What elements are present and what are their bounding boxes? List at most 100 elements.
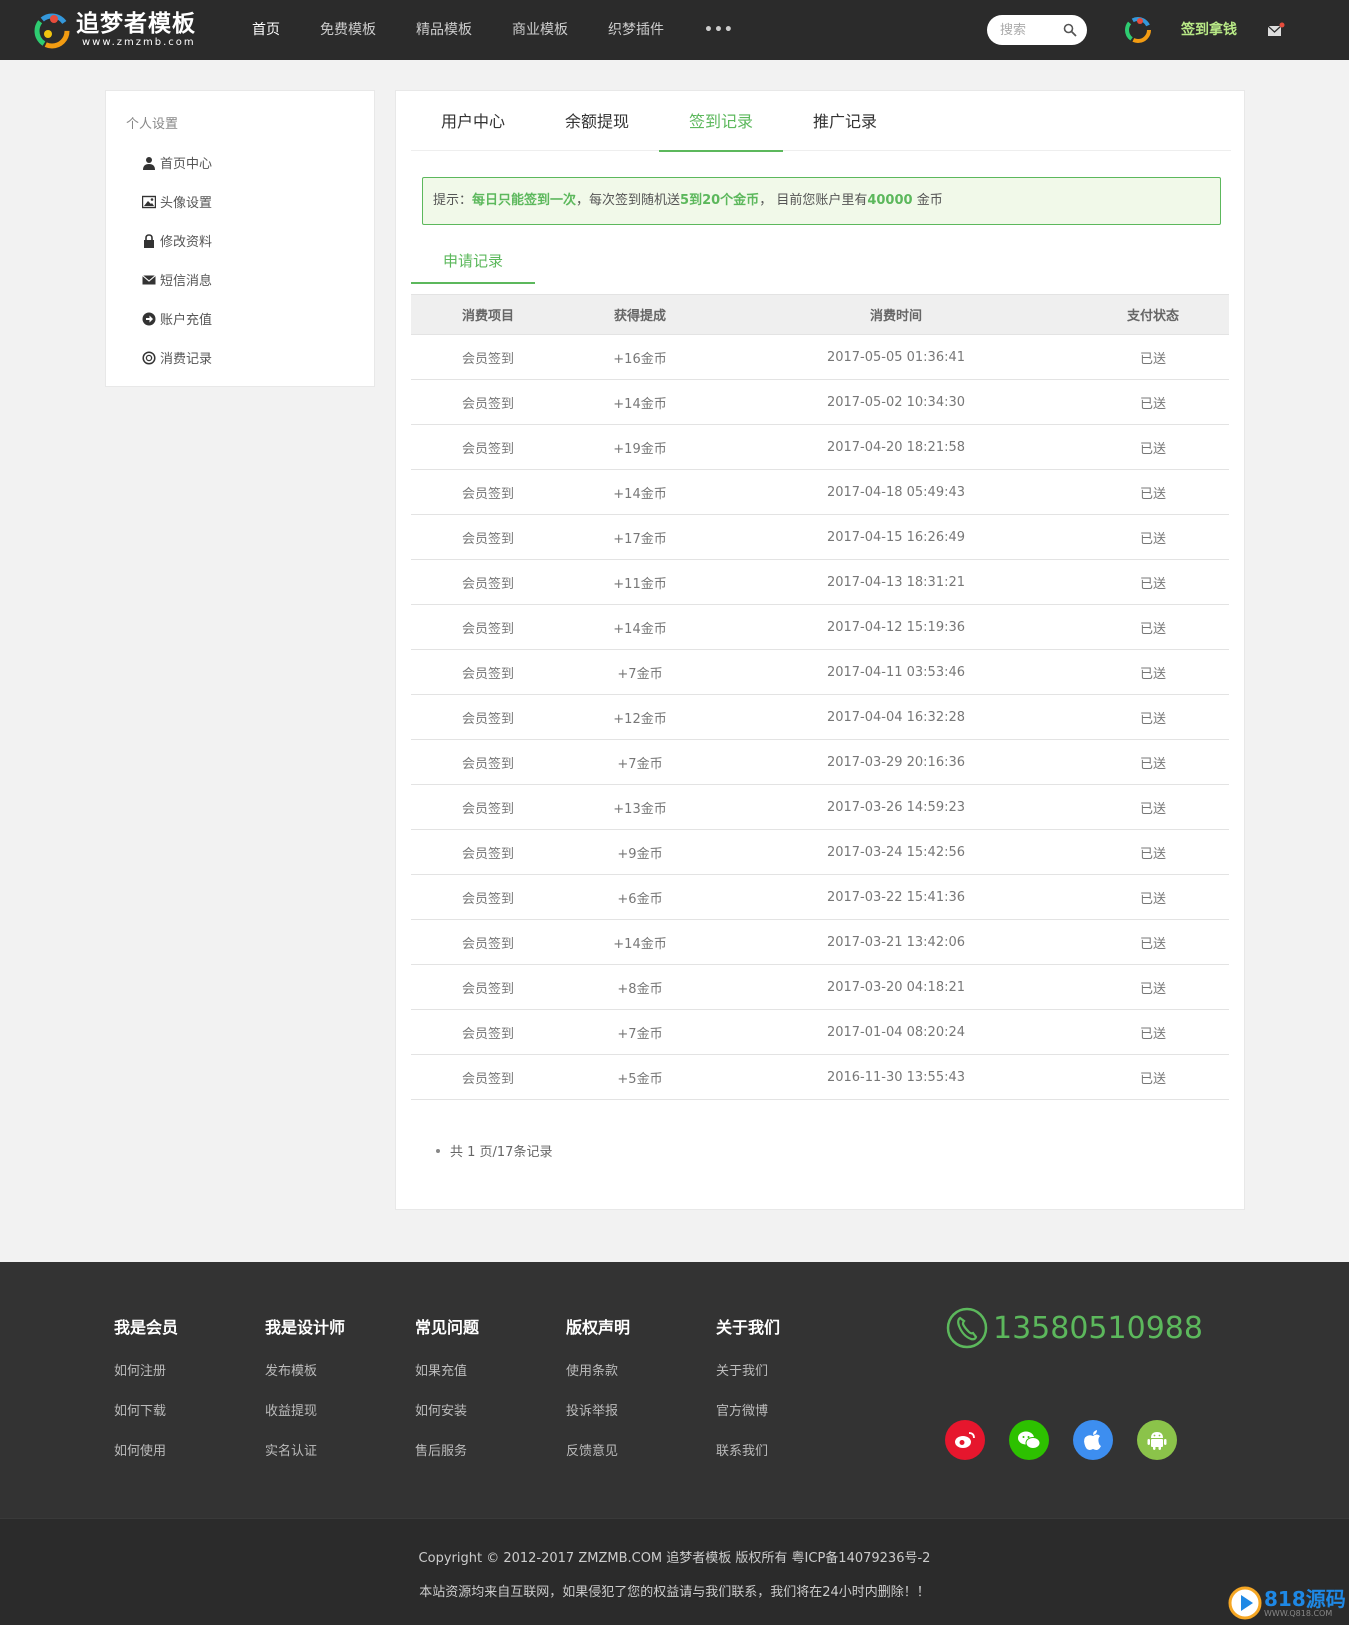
search-icon[interactable] — [1063, 23, 1077, 37]
nav-home[interactable]: 首页 — [232, 0, 300, 60]
notice-balance: 40000 — [867, 193, 913, 208]
footer-link[interactable]: 投诉举报 — [566, 1404, 630, 1444]
footer-heading: 常见问题 — [415, 1318, 480, 1337]
cell-status: 已送 — [1077, 694, 1229, 740]
nav-free-templates[interactable]: 免费模板 — [300, 0, 396, 60]
table-row: 会员签到 +13金币 2017-03-26 14:59:23 已送 — [411, 784, 1229, 830]
sidebar-item-recharge[interactable]: 账户充值 — [142, 309, 212, 328]
signin-reward-link[interactable]: 签到拿钱 — [1181, 0, 1237, 60]
logo-subtitle: www.zmzmb.com — [82, 37, 196, 48]
cell-time: 2017-03-22 15:41:36 — [715, 874, 1077, 920]
cell-status: 已送 — [1077, 874, 1229, 920]
footer-link[interactable]: 实名认证 — [265, 1444, 345, 1484]
sidebar-item-spending-records[interactable]: 消费记录 — [142, 348, 212, 367]
user-avatar-icon[interactable] — [1122, 14, 1154, 46]
notice-text: ，每次签到随机送 — [576, 193, 681, 208]
wechat-button[interactable] — [1009, 1420, 1049, 1460]
cell-time: 2017-04-11 03:53:46 — [715, 649, 1077, 695]
subtab-application-records[interactable]: 申请记录 — [411, 244, 535, 284]
table-row: 会员签到 +11金币 2017-04-13 18:31:21 已送 — [411, 559, 1229, 605]
footer-link[interactable]: 官方微博 — [716, 1404, 780, 1444]
cell-reward: +7金币 — [565, 1009, 715, 1055]
cell-reward: +12金币 — [565, 694, 715, 740]
cell-time: 2017-03-29 20:16:36 — [715, 739, 1077, 785]
site-footer: 我是会员 如何注册 如何下载 如何使用 我是设计师 发布模板 收益提现 实名认证… — [0, 1262, 1349, 1518]
nav-dede-plugins[interactable]: 织梦插件 — [588, 0, 684, 60]
cell-item: 会员签到 — [411, 964, 565, 1010]
mail-icon[interactable] — [1267, 22, 1285, 38]
sidebar-item-edit-profile[interactable]: 修改资料 — [142, 231, 212, 250]
footer-link[interactable]: 收益提现 — [265, 1404, 345, 1444]
cell-item: 会员签到 — [411, 334, 565, 380]
cell-item: 会员签到 — [411, 514, 565, 560]
sidebar-item-home-center[interactable]: 首页中心 — [142, 153, 212, 172]
cell-reward: +7金币 — [565, 739, 715, 785]
logo-title: 追梦者模板 — [76, 11, 196, 37]
cell-status: 已送 — [1077, 1054, 1229, 1100]
cell-item: 会员签到 — [411, 694, 565, 740]
apple-button[interactable] — [1073, 1420, 1113, 1460]
cell-item: 会员签到 — [411, 379, 565, 425]
sidebar-item-label: 头像设置 — [160, 196, 213, 211]
footer-link[interactable]: 反馈意见 — [566, 1444, 630, 1484]
nav-premium-templates[interactable]: 精品模板 — [396, 0, 492, 60]
footer-link[interactable]: 如何安装 — [415, 1404, 479, 1444]
footer-link[interactable]: 如何下载 — [114, 1404, 178, 1444]
sidebar-item-label: 账户充值 — [160, 313, 213, 328]
tab-signin-records[interactable]: 签到记录 — [659, 91, 783, 152]
footer-link[interactable]: 使用条款 — [566, 1364, 630, 1404]
footer-col-faq: 常见问题 如果充值 如何安装 售后服务 — [415, 1314, 479, 1484]
footer-link[interactable]: 联系我们 — [716, 1444, 780, 1484]
disclaimer-text: 本站资源均来自互联网，如果侵犯了您的权益请与我们联系，我们将在24小时内删除！！ — [419, 1585, 930, 1600]
sidebar-item-avatar-settings[interactable]: 头像设置 — [142, 192, 212, 211]
nav-more[interactable]: ••• — [684, 0, 754, 60]
table-row: 会员签到 +14金币 2017-04-12 15:19:36 已送 — [411, 604, 1229, 650]
cell-time: 2017-01-04 08:20:24 — [715, 1009, 1077, 1055]
footer-link[interactable]: 如果充值 — [415, 1364, 479, 1404]
copyright-bar: Copyright © 2012-2017 ZMZMB.COM 追梦者模板 版权… — [0, 1518, 1349, 1625]
tab-balance-withdraw[interactable]: 余额提现 — [535, 91, 659, 151]
watermark-play-icon — [1228, 1586, 1262, 1620]
cell-status: 已送 — [1077, 829, 1229, 875]
cell-item: 会员签到 — [411, 649, 565, 695]
sidebar-item-label: 修改资料 — [160, 235, 213, 250]
android-icon — [1147, 1432, 1167, 1450]
table-row: 会员签到 +14金币 2017-04-18 05:49:43 已送 — [411, 469, 1229, 515]
table-row: 会员签到 +5金币 2016-11-30 13:55:43 已送 — [411, 1054, 1229, 1100]
android-button[interactable] — [1137, 1420, 1177, 1460]
footer-link[interactable]: 如何注册 — [114, 1364, 178, 1404]
tab-user-center[interactable]: 用户中心 — [411, 91, 535, 151]
tab-referral-records[interactable]: 推广记录 — [783, 91, 907, 151]
footer-heading: 我是设计师 — [265, 1318, 346, 1337]
pagination-text: 共 1 页/17条记录 — [450, 1145, 553, 1160]
footer-link[interactable]: 售后服务 — [415, 1444, 479, 1484]
footer-link[interactable]: 如何使用 — [114, 1444, 178, 1484]
sidebar-item-label: 首页中心 — [160, 157, 213, 172]
cell-reward: +14金币 — [565, 469, 715, 515]
cell-reward: +14金币 — [565, 919, 715, 965]
main-panel: 用户中心 余额提现 签到记录 推广记录 提示：每日只能签到一次，每次签到随机送5… — [395, 90, 1245, 1210]
cell-time: 2017-05-02 10:34:30 — [715, 379, 1077, 425]
cell-status: 已送 — [1077, 919, 1229, 965]
envelope-icon — [142, 274, 156, 284]
footer-link[interactable]: 发布模板 — [265, 1364, 345, 1404]
site-logo[interactable]: 追梦者模板 www.zmzmb.com — [32, 8, 196, 52]
weibo-icon — [955, 1432, 975, 1448]
search-input[interactable] — [1000, 15, 1070, 45]
cell-item: 会员签到 — [411, 829, 565, 875]
cell-item: 会员签到 — [411, 739, 565, 785]
cell-reward: +16金币 — [565, 334, 715, 380]
weibo-button[interactable] — [945, 1420, 985, 1460]
sidebar-item-messages[interactable]: 短信消息 — [142, 270, 212, 289]
footer-col-copyright: 版权声明 使用条款 投诉举报 反馈意见 — [566, 1314, 630, 1484]
logo-mark-icon — [34, 13, 70, 49]
cell-reward: +5金币 — [565, 1054, 715, 1100]
nav-commercial-templates[interactable]: 商业模板 — [492, 0, 588, 60]
phone-icon — [946, 1307, 988, 1349]
watermark-title: 818源码 — [1264, 1586, 1346, 1611]
wechat-icon — [1018, 1431, 1041, 1449]
cell-item: 会员签到 — [411, 784, 565, 830]
settings-sidebar: 个人设置 首页中心 头像设置 修改资料 短信消息 账户充值 消费记录 — [105, 90, 375, 387]
footer-link[interactable]: 关于我们 — [716, 1364, 780, 1404]
contact-phone: 13580510988 — [945, 1306, 1203, 1350]
